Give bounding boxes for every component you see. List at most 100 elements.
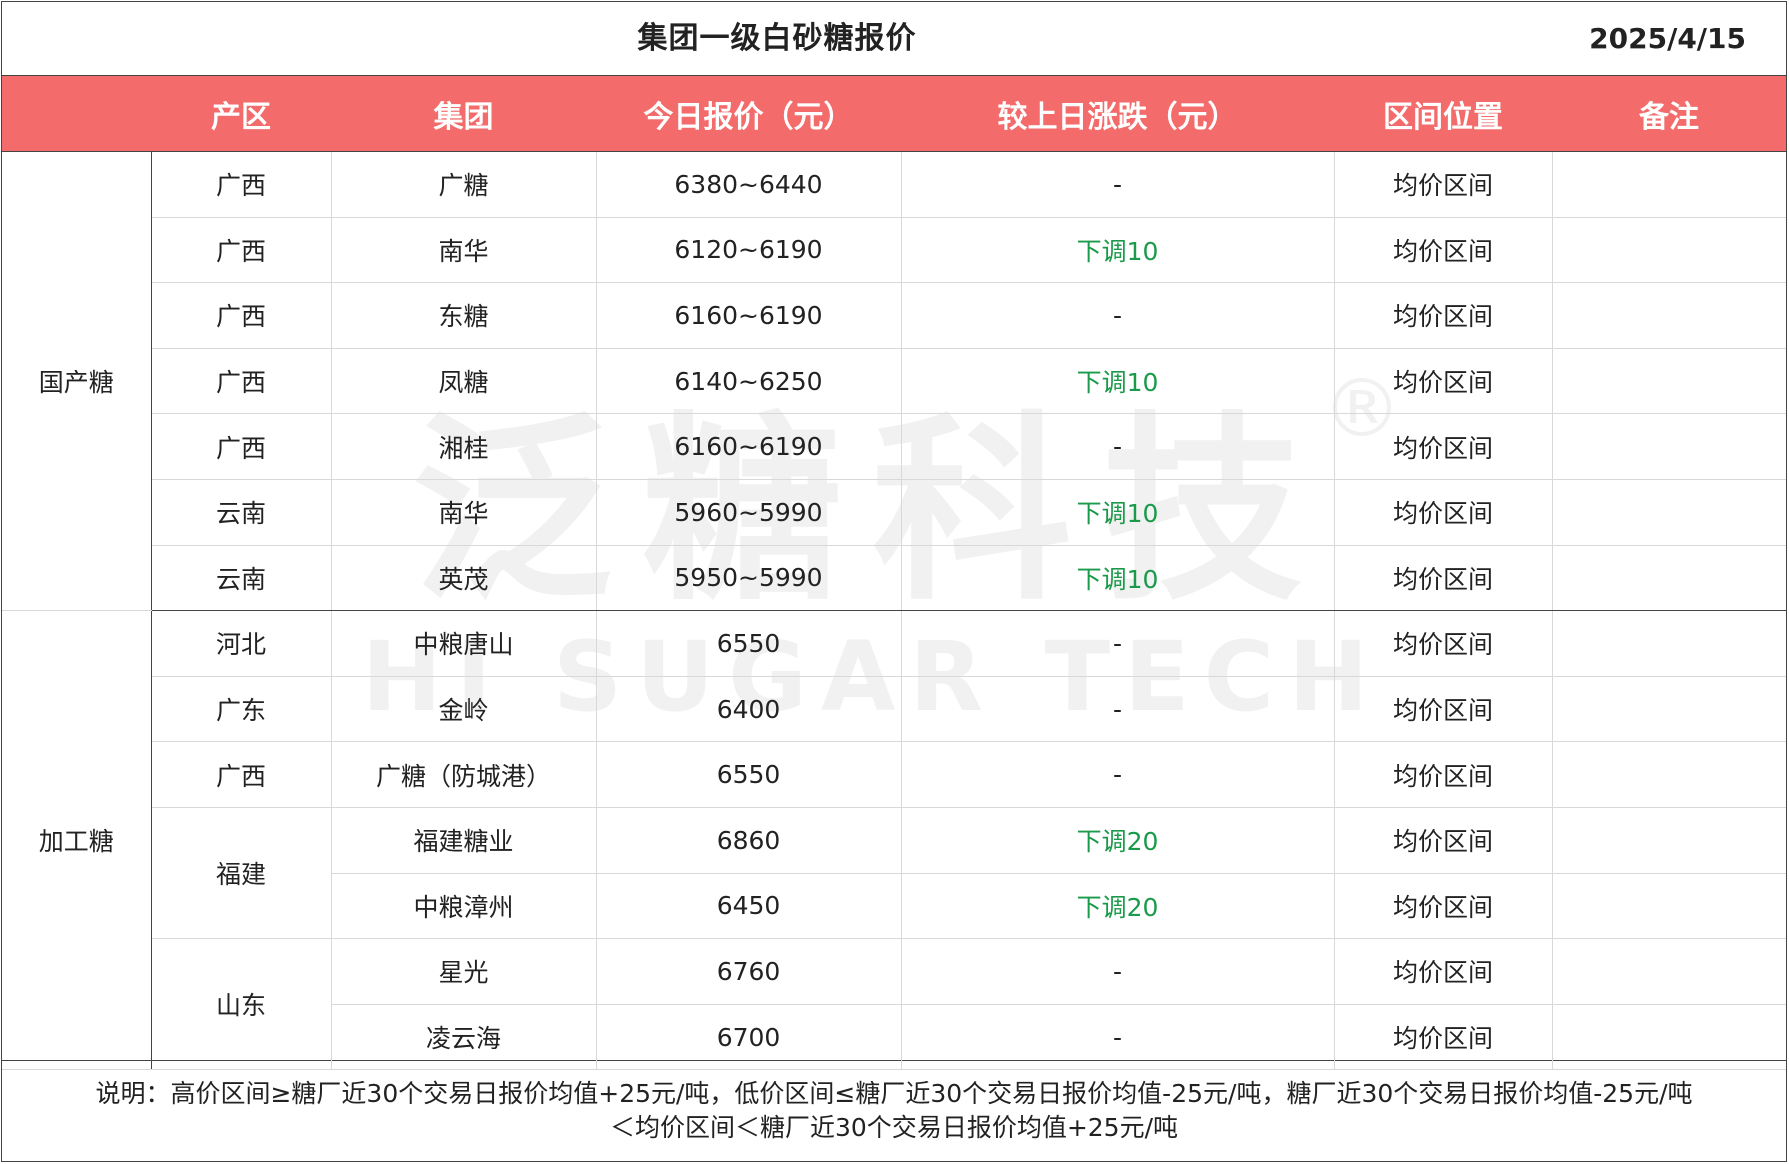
- table-row: 山东 星光 6760 - 均价区间: [2, 938, 1786, 1071]
- cell-region-merged: 山东: [151, 938, 332, 1071]
- table-header-row: 产区 集团 今日报价（元） 较上日涨跌（元） 区间位置 备注: [2, 76, 1786, 152]
- cell-price: 6380~6440: [596, 151, 902, 218]
- cell-price: 6550: [596, 610, 902, 677]
- cell-change: 下调10: [901, 479, 1335, 546]
- cell-price: 6140~6250: [596, 348, 902, 415]
- cell-remark: [1552, 807, 1786, 874]
- cell-group: 东糖: [331, 282, 597, 349]
- cell-region: 云南: [151, 479, 332, 546]
- cell-price: 6860: [596, 807, 902, 874]
- cell-change: -: [901, 413, 1335, 480]
- header-blank: [2, 76, 151, 152]
- cell-remark: [1552, 676, 1786, 743]
- cell-group: 凤糖: [331, 348, 597, 415]
- cell-change: 下调20: [901, 873, 1335, 940]
- cell-price: 6160~6190: [596, 413, 902, 480]
- category-processed: 加工糖: [2, 610, 152, 1071]
- table-row: 云南 英茂 5950~5990 下调10 均价区间: [2, 545, 1786, 612]
- cell-position: 均价区间: [1334, 413, 1553, 480]
- cell-region: 广东: [151, 676, 332, 743]
- cell-change: -: [901, 610, 1335, 677]
- cell-remark: [1552, 873, 1786, 940]
- cell-region: 云南: [151, 545, 332, 612]
- table-row: 国产糖 广西 广糖 6380~6440 - 均价区间: [2, 151, 1786, 612]
- cell-group: 英茂: [331, 545, 597, 612]
- cell-region: 广西: [151, 348, 332, 415]
- cell-position: 均价区间: [1334, 807, 1553, 874]
- cell-region-merged: 福建: [151, 807, 332, 940]
- cell-region: 广西: [151, 413, 332, 480]
- column-header-price: 今日报价（元）: [596, 76, 901, 152]
- cell-position: 均价区间: [1334, 217, 1553, 284]
- price-sheet: 集团一级白砂糖报价 2025/4/15 泛糖科技 HI SUGAR TECH ®…: [1, 1, 1787, 1162]
- cell-price: 6450: [596, 873, 902, 940]
- cell-change: -: [901, 741, 1335, 808]
- cell-group: 星光: [331, 938, 597, 1005]
- cell-group: 湘桂: [331, 413, 597, 480]
- cell-region: 广西: [151, 741, 332, 808]
- cell-price: 6550: [596, 741, 902, 808]
- price-table: 产区 集团 今日报价（元） 较上日涨跌（元） 区间位置 备注 国产糖 广西 广糖…: [2, 76, 1786, 1071]
- cell-position: 均价区间: [1334, 741, 1553, 808]
- cell-price: 6700: [596, 1004, 902, 1071]
- table-row: 广西 广糖（防城港） 6550 - 均价区间: [2, 741, 1786, 808]
- table-row: 广西 凤糖 6140~6250 下调10 均价区间: [2, 348, 1786, 415]
- cell-price: 6760: [596, 938, 902, 1005]
- cell-group: 南华: [331, 217, 597, 284]
- title-row: 集团一级白砂糖报价 2025/4/15: [2, 2, 1786, 76]
- cell-group: 广糖（防城港）: [331, 741, 597, 808]
- cell-change: -: [901, 1004, 1335, 1071]
- cell-price: 6400: [596, 676, 902, 743]
- cell-remark: [1552, 938, 1786, 1005]
- cell-price: 5950~5990: [596, 545, 902, 612]
- footnote: 说明：高价区间≥糖厂近30个交易日报价均值+25元/吨，低价区间≤糖厂近30个交…: [2, 1060, 1786, 1161]
- cell-remark: [1552, 413, 1786, 480]
- footnote-line-2: ＜均价区间＜糖厂近30个交易日报价均值+25元/吨: [610, 1113, 1178, 1142]
- cell-position: 均价区间: [1334, 282, 1553, 349]
- cell-remark: [1552, 610, 1786, 677]
- table-row: 云南 南华 5960~5990 下调10 均价区间: [2, 479, 1786, 546]
- cell-group: 中粮唐山: [331, 610, 597, 677]
- cell-remark: [1552, 741, 1786, 808]
- cell-position: 均价区间: [1334, 610, 1553, 677]
- table-row: 福建 福建糖业 6860 下调20 均价区间: [2, 807, 1786, 940]
- column-header-change: 较上日涨跌（元）: [901, 76, 1334, 152]
- cell-group: 广糖: [331, 151, 597, 218]
- cell-remark: [1552, 479, 1786, 546]
- cell-change: -: [901, 676, 1335, 743]
- table-row: 广东 金岭 6400 - 均价区间: [2, 676, 1786, 743]
- cell-position: 均价区间: [1334, 676, 1553, 743]
- cell-change: 下调10: [901, 348, 1335, 415]
- cell-change: 下调10: [901, 545, 1335, 612]
- cell-region: 广西: [151, 151, 332, 218]
- cell-change: 下调20: [901, 807, 1335, 874]
- cell-group: 凌云海: [331, 1004, 597, 1071]
- column-header-position: 区间位置: [1334, 76, 1552, 152]
- cell-position: 均价区间: [1334, 479, 1553, 546]
- category-domestic: 国产糖: [2, 151, 152, 612]
- cell-group: 中粮漳州: [331, 873, 597, 940]
- table-row: 广西 东糖 6160~6190 - 均价区间: [2, 282, 1786, 349]
- cell-remark: [1552, 545, 1786, 612]
- cell-remark: [1552, 348, 1786, 415]
- cell-position: 均价区间: [1334, 1004, 1553, 1071]
- table-row: 广西 湘桂 6160~6190 - 均价区间: [2, 413, 1786, 480]
- cell-position: 均价区间: [1334, 348, 1553, 415]
- cell-price: 6160~6190: [596, 282, 902, 349]
- cell-remark: [1552, 1004, 1786, 1071]
- cell-change: -: [901, 151, 1335, 218]
- cell-position: 均价区间: [1334, 151, 1553, 218]
- cell-change: -: [901, 938, 1335, 1005]
- cell-group: 福建糖业: [331, 807, 597, 874]
- cell-group: 金岭: [331, 676, 597, 743]
- column-header-remark: 备注: [1552, 76, 1786, 152]
- footnote-line-1: 说明：高价区间≥糖厂近30个交易日报价均值+25元/吨，低价区间≤糖厂近30个交…: [95, 1079, 1693, 1108]
- cell-position: 均价区间: [1334, 545, 1553, 612]
- report-date: 2025/4/15: [1589, 22, 1746, 55]
- column-header-region: 产区: [151, 76, 331, 152]
- cell-remark: [1552, 151, 1786, 218]
- cell-position: 均价区间: [1334, 873, 1553, 940]
- cell-region: 河北: [151, 610, 332, 677]
- cell-price: 5960~5990: [596, 479, 902, 546]
- table-row: 加工糖 河北 中粮唐山 6550 - 均价区间: [2, 610, 1786, 1071]
